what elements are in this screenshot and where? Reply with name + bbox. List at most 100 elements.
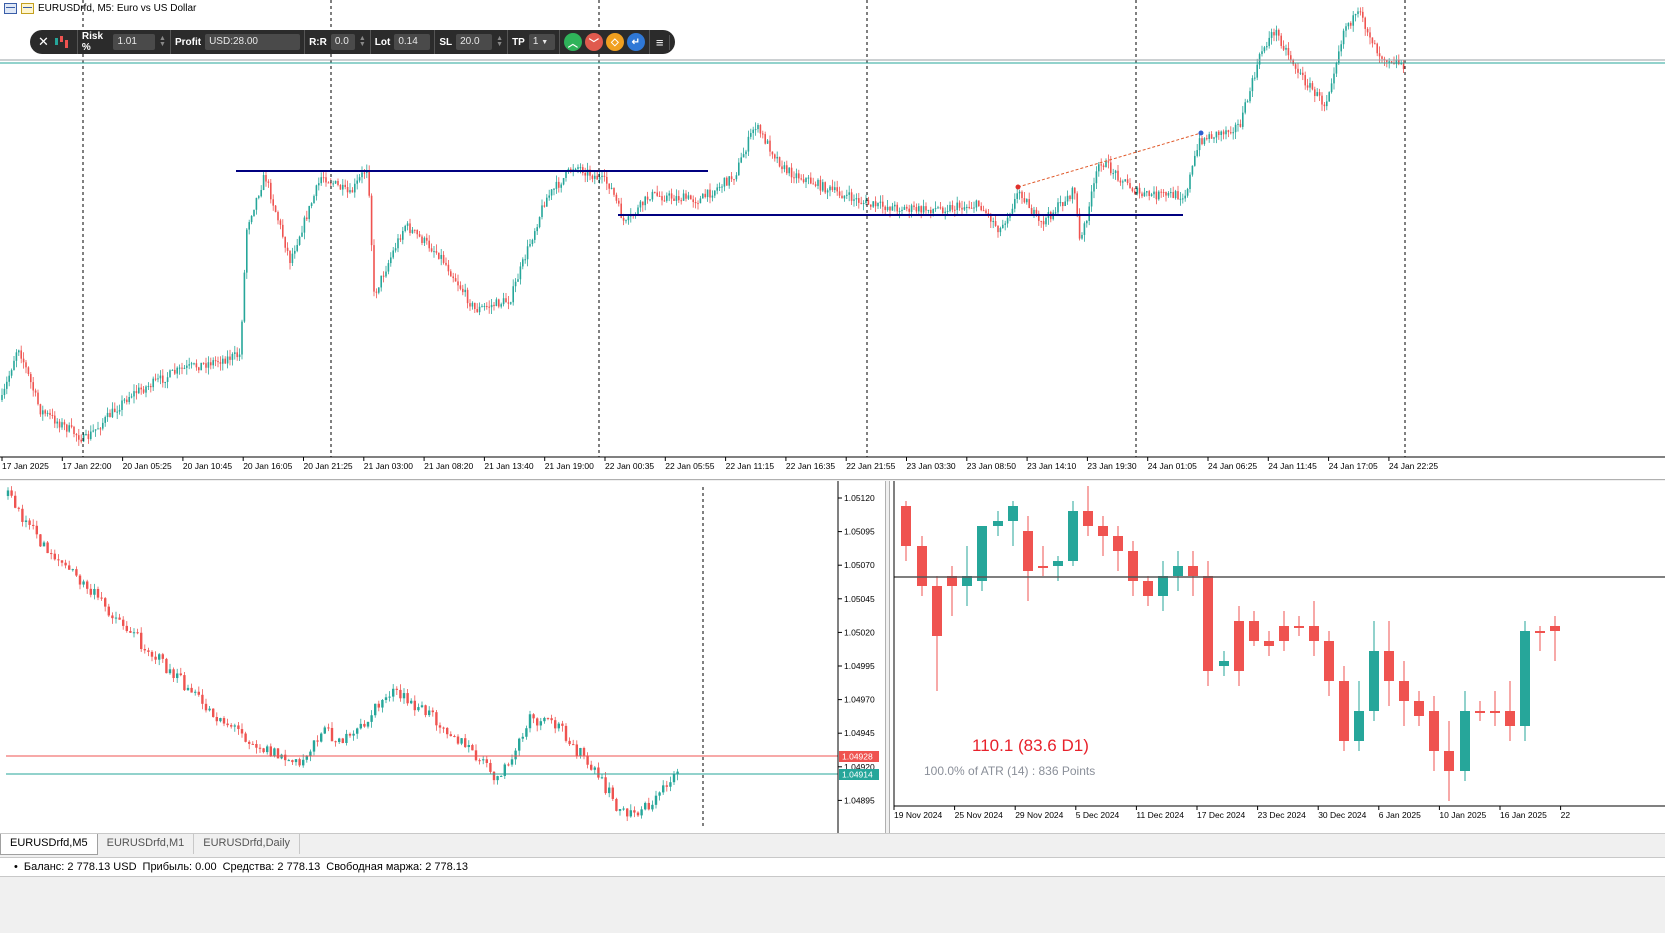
risk-input[interactable]: 1.01 [113,34,156,50]
candle-body [1040,220,1042,222]
candle-body [1490,711,1500,713]
candle-body [496,776,499,781]
candle-body [502,298,505,305]
candle-body [1254,77,1256,79]
collapse-icon[interactable]: ‹ [670,35,686,50]
candle-body [642,201,644,206]
m1-chart-canvas[interactable]: 1.05120 1.05095 1.05070 1.05045 1.05020 1.049… [0,481,885,833]
send-icon[interactable]: ↵ [626,33,645,51]
candle-body [82,581,85,585]
candle-body [456,736,460,744]
candle-body [157,378,159,380]
candle-body [89,588,92,595]
main-chart-canvas[interactable]: 17 Jan 2025 17 Jan 22:00 20 Jan 05:25 20 Ja… [0,0,1665,479]
rr-stepper[interactable]: ▲ ▼ [359,35,366,48]
candle-body [342,184,344,190]
candle-body [460,738,463,744]
candle-body [42,542,46,547]
candle-body [548,195,550,198]
candle-body [186,365,188,368]
candle-body [1057,202,1059,213]
candle-body [1023,531,1033,571]
lot-label: Lot [374,36,391,48]
candle-body [39,534,42,547]
tp-select[interactable]: 1 ▼ [528,34,555,50]
candle-body [1174,191,1177,198]
candle-body [723,177,726,187]
candle-body [337,180,339,185]
candle-body [942,207,944,213]
candle-body [622,217,625,221]
candle-body [1278,29,1280,36]
candle-body [284,754,287,761]
candle-body [553,188,555,190]
sl-stepper[interactable]: ▲ ▼ [496,35,503,48]
candle-body [1054,212,1057,214]
daily-chart-canvas[interactable]: 19 Nov 2024 25 Nov 2024 29 Nov 2024 5 Dec 2… [890,481,1665,833]
candle-body [150,386,152,388]
candle-body [1357,11,1359,15]
daily-chart-pane[interactable]: 19 Nov 2024 25 Nov 2024 29 Nov 2024 5 Dec 2… [889,481,1665,833]
menu-icon[interactable]: ≡ [650,34,671,50]
candle-body [973,207,975,209]
candle-body [234,352,236,354]
candle-body [302,759,305,766]
candle-body [618,200,620,204]
candle-body [1141,193,1143,197]
candle-body [1201,138,1203,145]
candle-body [795,173,798,179]
candle-body [1213,137,1215,139]
candle-body [1102,165,1105,168]
candle-body [514,750,517,760]
tab-eurusd-m5[interactable]: EURUSDrfd,M5 [0,834,98,855]
candle-body [994,221,997,226]
candle-body [1014,198,1016,209]
candle-body [610,187,613,189]
candle-body [879,201,882,203]
profit-chart-icon[interactable] [53,30,78,54]
candle-body [123,399,126,401]
candle-body [586,755,589,765]
candle-body [985,210,987,214]
time-axis-label: 24 Jan 11:45 [1268,461,1317,471]
candle-body [673,198,675,201]
candle-body [46,542,49,554]
candle-body [14,495,17,508]
candle-body [546,197,548,207]
m1-chart-pane[interactable]: 1.05120 1.05095 1.05070 1.05045 1.05020 1.049… [0,481,886,833]
pending-icon[interactable]: ◇ [605,33,624,51]
candle-body [1219,661,1229,666]
candle-body [858,198,860,203]
tab-eurusd-daily[interactable]: EURUSDrfd,Daily [194,834,301,854]
candle-body [165,658,168,674]
candle-body [1191,165,1194,175]
candle-body [946,211,949,213]
candle-body [1119,180,1122,183]
candle-body [140,632,143,650]
candle-body [793,177,795,179]
lot-input[interactable]: 0.14 [394,34,431,50]
candle-body [450,271,452,277]
candle-body [1068,511,1078,561]
candle-body [71,569,74,571]
sl-input[interactable]: 20.0 [456,34,493,50]
candle-body [704,193,706,198]
main-chart-pane[interactable]: EURUSDrfd, M5: Euro vs US Dollar ✕ Risk … [0,0,1665,480]
candle-body [934,208,937,210]
buy-icon[interactable]: ︿ [563,33,582,51]
rr-input[interactable]: 0.0 [330,34,355,50]
close-icon[interactable]: ✕ [30,34,53,50]
candle-body [168,669,172,674]
candle-body [169,370,171,378]
candle-body [147,650,150,652]
candle-body [922,206,925,213]
time-axis-label: 20 Jan 21:25 [304,461,353,471]
risk-stepper[interactable]: ▲ ▼ [159,35,166,48]
candle-body [279,220,282,225]
candle-body [86,581,89,589]
candle-body [898,210,901,212]
tab-eurusd-m1[interactable]: EURUSDrfd,M1 [98,834,195,854]
candle-body [728,176,730,186]
profit-input[interactable]: USD:28.00 [205,34,301,50]
sell-icon[interactable]: ﹀ [584,33,603,51]
